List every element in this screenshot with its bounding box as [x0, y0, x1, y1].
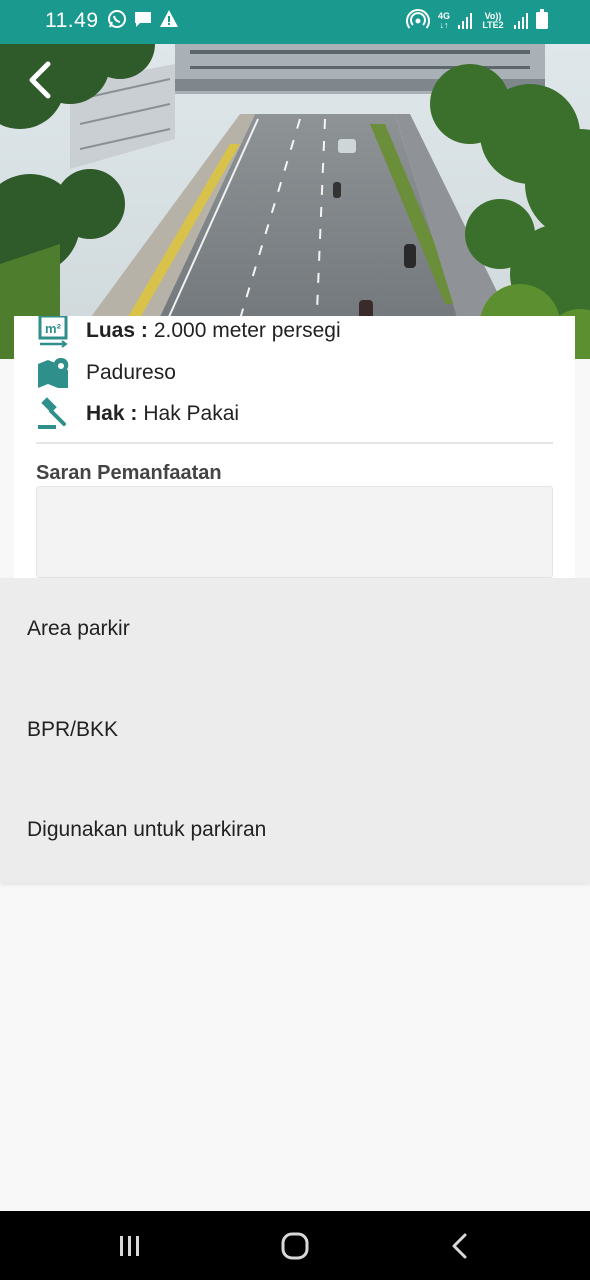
home-icon [281, 1232, 309, 1259]
recent-apps-button[interactable] [90, 1211, 170, 1280]
whatsapp-icon [107, 9, 127, 34]
hero-image [0, 44, 590, 359]
back-icon [452, 1233, 467, 1258]
network-type: 4G ↓↑ [437, 10, 450, 30]
recent-apps-icon [120, 1235, 139, 1256]
back-button[interactable] [24, 58, 60, 102]
road-photo [0, 44, 590, 359]
rights-row: Hak : Hak Pakai [36, 397, 239, 431]
rights-label: Hak : [86, 402, 138, 425]
suggestion-input[interactable] [36, 486, 553, 578]
status-bar: 11.49 4G ↓↑ Vo)) LTE2 [0, 0, 590, 44]
area-label: Luas : [86, 319, 148, 342]
battery-icon [536, 9, 548, 32]
rights-value: Hak Pakai [143, 402, 240, 425]
suggestion-item-parkiran[interactable]: Digunakan untuk parkiran [0, 780, 590, 880]
hotspot-icon [406, 8, 430, 33]
suggestion-item-area-parkir[interactable]: Area parkir [0, 578, 590, 680]
warning-icon [159, 9, 179, 34]
map-pin-icon [36, 356, 70, 390]
divider [36, 442, 553, 444]
chevron-left-icon [29, 61, 51, 99]
signal-strength-2-icon [514, 12, 528, 29]
location-value: Padureso [86, 361, 176, 384]
nav-back-button[interactable] [420, 1211, 500, 1280]
location-row: Padureso [36, 356, 176, 390]
detail-card: m² Luas : 2.000 meter persegi Padureso H… [14, 316, 575, 578]
status-time: 11.49 [45, 9, 99, 32]
home-button[interactable] [255, 1211, 335, 1280]
signal-strength-icon [458, 12, 472, 29]
area-value: 2.000 meter persegi [153, 319, 341, 342]
volte-label: Vo)) LTE2 [482, 10, 504, 30]
suggestion-item-bpr-bkk[interactable]: BPR/BKK [0, 680, 590, 780]
area-row: m² Luas : 2.000 meter persegi [36, 316, 341, 348]
navigation-bar [0, 1211, 590, 1280]
svg-text:m²: m² [45, 321, 62, 336]
suggestion-title: Saran Pemanfaatan [36, 462, 222, 484]
suggestion-list: Area parkir BPR/BKK Digunakan untuk park… [0, 578, 590, 883]
area-m2-icon: m² [36, 316, 70, 348]
message-icon [133, 9, 153, 34]
gavel-icon [36, 397, 70, 431]
